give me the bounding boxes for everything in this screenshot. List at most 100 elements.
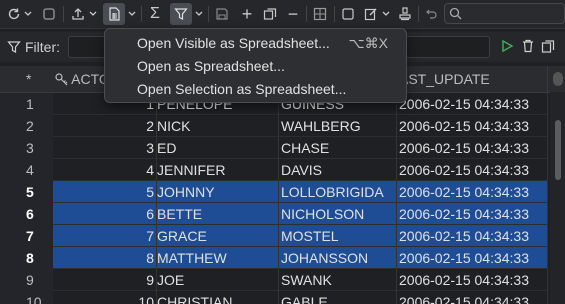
- chevron-down-icon[interactable]: [126, 3, 138, 25]
- row-number[interactable]: 3: [0, 137, 53, 159]
- menu-item-label: Open as Spreadsheet...: [137, 58, 285, 74]
- refresh-icon[interactable]: [5, 3, 23, 25]
- row-number[interactable]: 4: [0, 159, 53, 181]
- cell-last-name[interactable]: LOLLOBRIGIDA: [279, 181, 397, 203]
- toolbar-separator: [141, 6, 142, 22]
- filter-label-group: Filter:: [7, 39, 60, 55]
- cell-last-update[interactable]: 2006-02-15 04:34:33: [397, 269, 548, 291]
- column-header-last-update[interactable]: AST_UPDATE: [397, 66, 548, 92]
- sum-icon[interactable]: Σ: [146, 3, 164, 25]
- cell-last-name[interactable]: MOSTEL: [279, 225, 397, 247]
- table-row[interactable]: 8 8 MATTHEW JOHANSSON 2006-02-15 04:34:33: [0, 247, 548, 269]
- row-number[interactable]: 6: [0, 203, 53, 225]
- menu-item-open-selection-as-spreadsheet[interactable]: Open Selection as Spreadsheet...: [105, 78, 406, 101]
- cell-first-name[interactable]: JOE: [157, 269, 279, 291]
- cell-actor-id[interactable]: 2: [53, 115, 157, 137]
- cell-first-name[interactable]: GRACE: [157, 225, 279, 247]
- grid-icon[interactable]: [311, 3, 329, 25]
- chevron-down-icon[interactable]: [193, 3, 205, 25]
- cell-actor-id[interactable]: 7: [53, 225, 157, 247]
- table-row[interactable]: 4 4 JENNIFER DAVIS 2006-02-15 04:34:33: [0, 159, 548, 181]
- cell-last-name[interactable]: DAVIS: [279, 159, 397, 181]
- table-row[interactable]: 7 7 GRACE MOSTEL 2006-02-15 04:34:33: [0, 225, 548, 247]
- cell-first-name[interactable]: MATTHEW: [157, 247, 279, 269]
- cell-first-name[interactable]: ED: [157, 137, 279, 159]
- cell-last-name[interactable]: SWANK: [279, 269, 397, 291]
- trash-icon[interactable]: [521, 39, 535, 53]
- cell-last-update[interactable]: 2006-02-15 04:34:33: [397, 159, 548, 181]
- toolbar: Σ + −: [0, 0, 565, 29]
- menu-item-open-visible-as-spreadsheet[interactable]: Open Visible as Spreadsheet... ⌥⌘X: [105, 32, 406, 55]
- row-number[interactable]: 8: [0, 247, 53, 269]
- filter-icon: [7, 41, 21, 53]
- cell-first-name[interactable]: NICK: [157, 115, 279, 137]
- cell-actor-id[interactable]: 5: [53, 181, 157, 203]
- toolbar-separator: [334, 6, 335, 22]
- search-input[interactable]: [444, 3, 565, 24]
- edit-icon[interactable]: [362, 3, 380, 25]
- cell-last-update[interactable]: 2006-02-15 04:34:33: [397, 225, 548, 247]
- duplicate-icon[interactable]: [261, 3, 279, 25]
- cell-last-name[interactable]: JOHANSSON: [279, 247, 397, 269]
- table-row[interactable]: 2 2 NICK WAHLBERG 2006-02-15 04:34:33: [0, 115, 548, 137]
- cell-actor-id[interactable]: 10: [53, 291, 157, 304]
- open-spreadsheet-menu: Open Visible as Spreadsheet... ⌥⌘X Open …: [104, 28, 407, 103]
- table-row[interactable]: 9 9 JOE SWANK 2006-02-15 04:34:33: [0, 269, 548, 291]
- cell-last-name[interactable]: NICHOLSON: [279, 203, 397, 225]
- run-icon[interactable]: [500, 39, 514, 53]
- table-row[interactable]: 10 10 CHRISTIAN GABLE 2006-02-15 04:34:33: [0, 291, 548, 304]
- filter-icon[interactable]: [170, 3, 192, 25]
- undo-icon[interactable]: [422, 3, 440, 25]
- search-icon: [449, 7, 462, 20]
- cell-actor-id[interactable]: 4: [53, 159, 157, 181]
- add-row-icon[interactable]: +: [238, 3, 256, 25]
- cell-actor-id[interactable]: 3: [53, 137, 157, 159]
- menu-item-open-as-spreadsheet[interactable]: Open as Spreadsheet...: [105, 55, 406, 78]
- vertical-scrollbar[interactable]: [550, 92, 565, 304]
- row-number[interactable]: 5: [0, 181, 53, 203]
- row-cells: 5 JOHNNY LOLLOBRIGIDA 2006-02-15 04:34:33: [53, 181, 548, 203]
- table-row[interactable]: 5 5 JOHNNY LOLLOBRIGIDA 2006-02-15 04:34:33: [0, 181, 548, 203]
- chevron-down-icon[interactable]: [23, 3, 33, 25]
- cell-last-update[interactable]: 2006-02-15 04:34:33: [397, 203, 548, 225]
- table-row[interactable]: 3 3 ED CHASE 2006-02-15 04:34:33: [0, 137, 548, 159]
- row-cells: 10 CHRISTIAN GABLE 2006-02-15 04:34:33: [53, 291, 548, 304]
- cell-last-update[interactable]: 2006-02-15 04:34:33: [397, 115, 548, 137]
- cell-actor-id[interactable]: 8: [53, 247, 157, 269]
- cell-last-name[interactable]: GABLE: [279, 291, 397, 304]
- cell-first-name[interactable]: BETTE: [157, 203, 279, 225]
- table-row[interactable]: 6 6 BETTE NICHOLSON 2006-02-15 04:34:33: [0, 203, 548, 225]
- cell-actor-id[interactable]: 9: [53, 269, 157, 291]
- cell-first-name[interactable]: JENNIFER: [157, 159, 279, 181]
- chevron-down-icon[interactable]: [381, 3, 391, 25]
- stamp-icon[interactable]: [396, 3, 414, 25]
- cell-last-update[interactable]: 2006-02-15 04:34:33: [397, 93, 548, 115]
- row-number[interactable]: 10: [0, 291, 53, 304]
- open-spreadsheet-icon[interactable]: [103, 3, 125, 25]
- row-cells: 3 ED CHASE 2006-02-15 04:34:33: [53, 137, 548, 159]
- checkbox-icon[interactable]: [339, 3, 357, 25]
- cell-actor-id[interactable]: 6: [53, 203, 157, 225]
- cell-last-update[interactable]: 2006-02-15 04:34:33: [397, 181, 548, 203]
- cell-last-name[interactable]: WAHLBERG: [279, 115, 397, 137]
- cell-first-name[interactable]: JOHNNY: [157, 181, 279, 203]
- cell-last-update[interactable]: 2006-02-15 04:34:33: [397, 137, 548, 159]
- stop-icon[interactable]: [40, 3, 58, 25]
- remove-row-icon[interactable]: −: [284, 3, 302, 25]
- header-scroll-cap: [553, 72, 563, 86]
- row-number[interactable]: 1: [0, 93, 53, 115]
- cell-first-name[interactable]: CHRISTIAN: [157, 291, 279, 304]
- row-number[interactable]: 7: [0, 225, 53, 247]
- row-cells: 2 NICK WAHLBERG 2006-02-15 04:34:33: [53, 115, 548, 137]
- cell-last-update[interactable]: 2006-02-15 04:34:33: [397, 291, 548, 304]
- key-icon: [55, 73, 68, 86]
- row-number[interactable]: 2: [0, 115, 53, 137]
- row-number[interactable]: 9: [0, 269, 53, 291]
- copy-icon[interactable]: [541, 39, 557, 53]
- export-icon[interactable]: [68, 3, 88, 25]
- chevron-down-icon[interactable]: [88, 3, 98, 25]
- save-icon[interactable]: [213, 3, 231, 25]
- scrollbar-thumb[interactable]: [555, 120, 561, 180]
- cell-last-update[interactable]: 2006-02-15 04:34:33: [397, 247, 548, 269]
- cell-last-name[interactable]: CHASE: [279, 137, 397, 159]
